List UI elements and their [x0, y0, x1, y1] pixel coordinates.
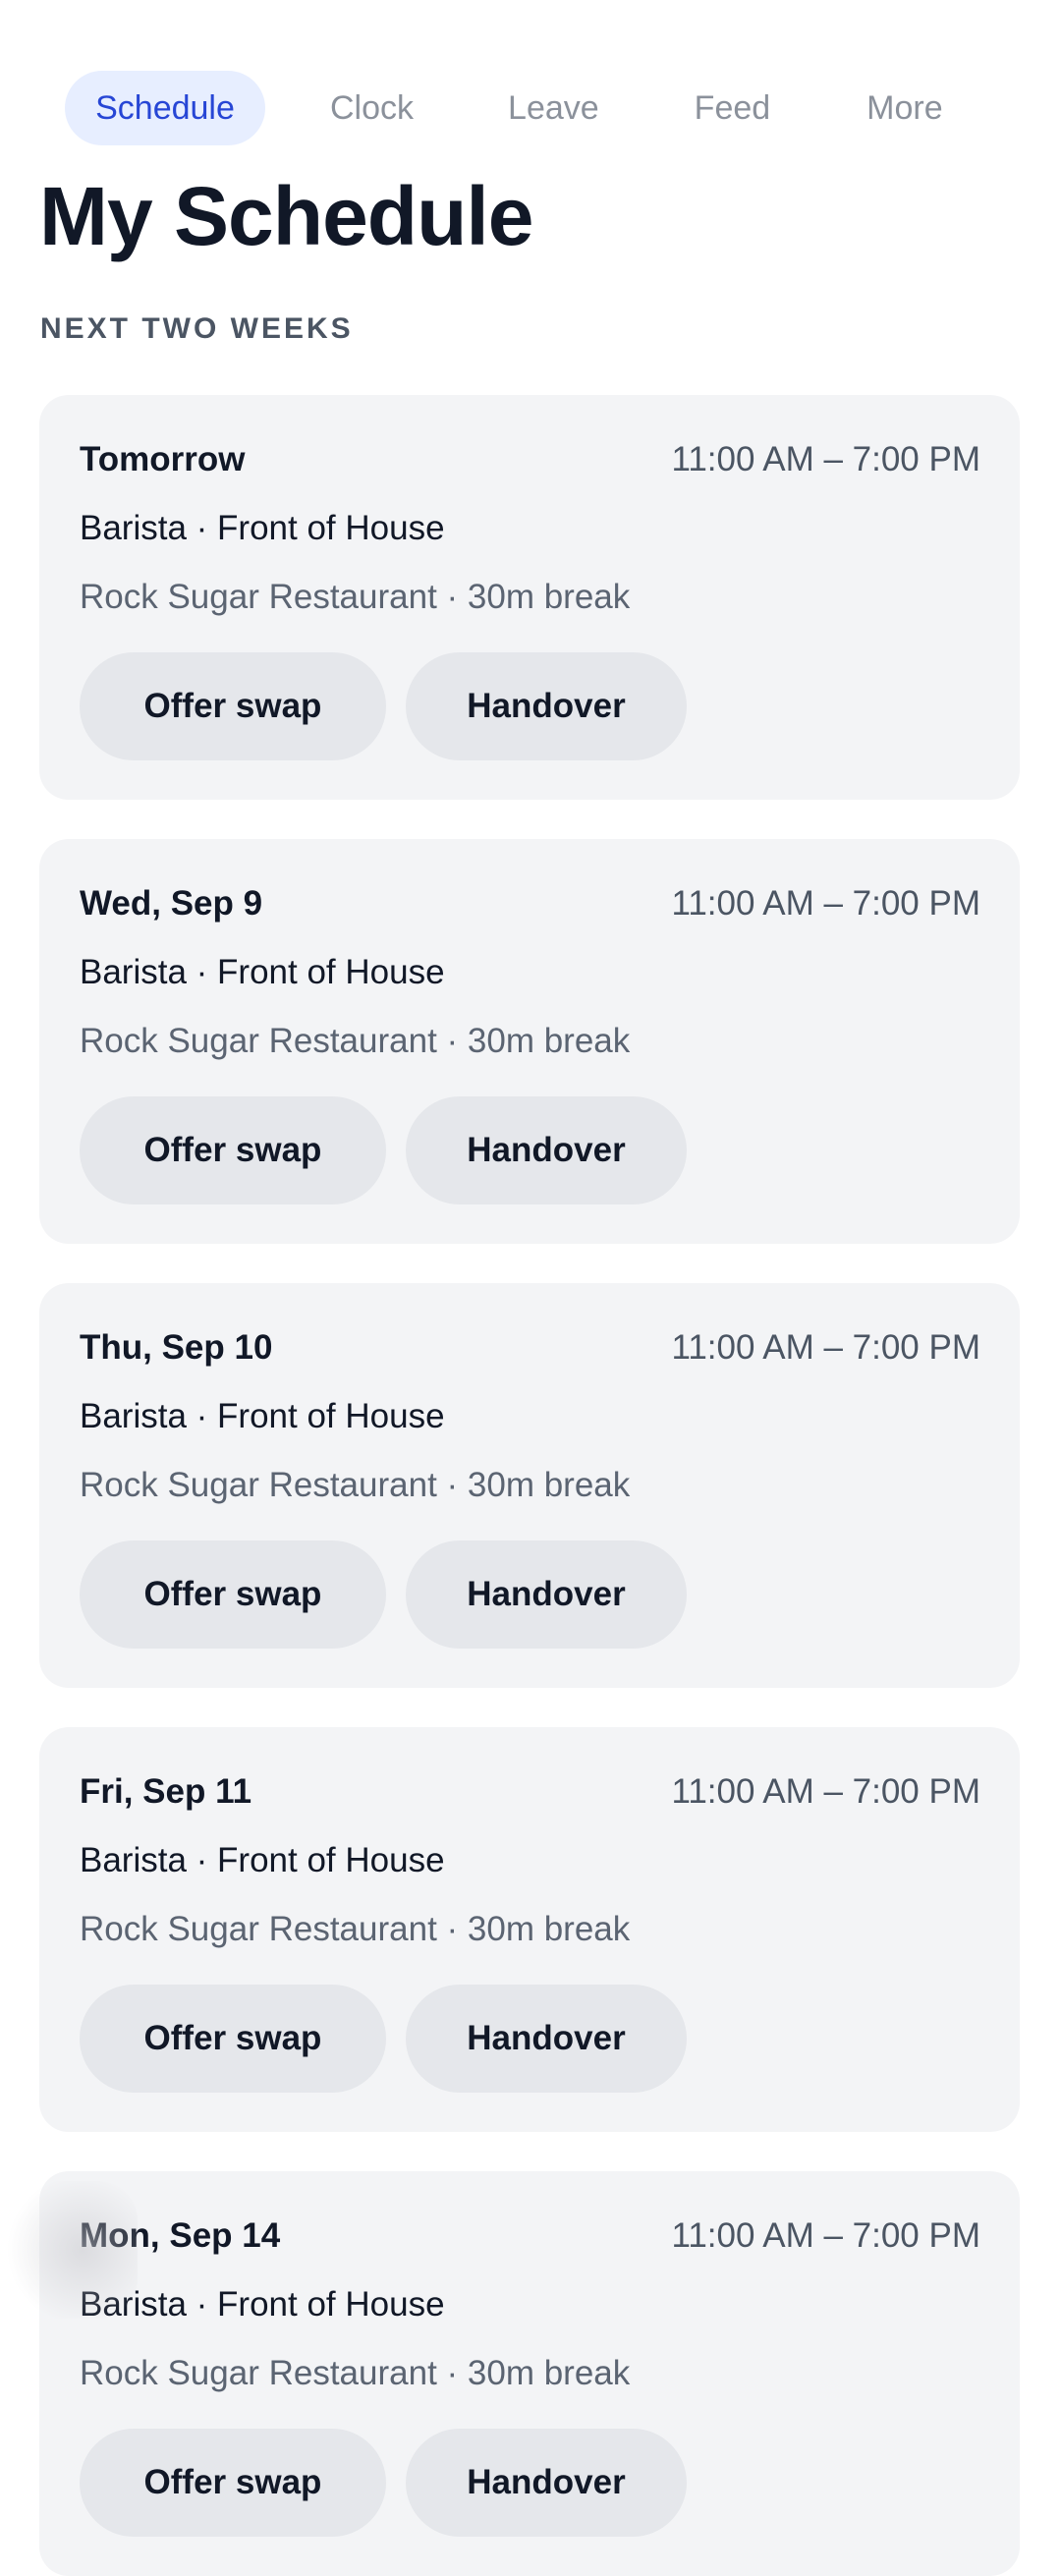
offer-swap-button[interactable]: Offer swap	[80, 1096, 386, 1204]
shift-location: Rock Sugar Restaurant · 30m break	[80, 1466, 631, 1504]
tab-more[interactable]: More	[866, 71, 942, 145]
shift-time: 11:00 AM – 7:00 PM	[671, 1328, 980, 1367]
handover-button[interactable]: Handover	[406, 2429, 687, 2537]
tab-schedule[interactable]: Schedule	[65, 71, 265, 145]
shift-role: Barista · Front of House	[80, 1397, 445, 1435]
handover-button[interactable]: Handover	[406, 652, 687, 760]
tab-feed[interactable]: Feed	[695, 71, 771, 145]
shift-role: Barista · Front of House	[80, 509, 445, 547]
tab-clock[interactable]: Clock	[330, 71, 414, 145]
shift-time: 11:00 AM – 7:00 PM	[671, 884, 980, 923]
section-label: NEXT TWO WEEKS	[40, 312, 354, 345]
offer-swap-button[interactable]: Offer swap	[80, 1540, 386, 1649]
shift-card[interactable]: Tomorrow 11:00 AM – 7:00 PM Barista · Fr…	[39, 395, 1020, 800]
shift-card[interactable]: Mon, Sep 14 11:00 AM – 7:00 PM Barista ·…	[39, 2171, 1020, 2576]
shift-time: 11:00 AM – 7:00 PM	[671, 1772, 980, 1811]
handover-button[interactable]: Handover	[406, 1985, 687, 2093]
shift-location: Rock Sugar Restaurant · 30m break	[80, 2354, 631, 2392]
page-title: My Schedule	[39, 170, 533, 262]
tab-leave[interactable]: Leave	[508, 71, 599, 145]
shift-card[interactable]: Wed, Sep 9 11:00 AM – 7:00 PM Barista · …	[39, 839, 1020, 1244]
shift-day: Wed, Sep 9	[80, 884, 263, 923]
offer-swap-button[interactable]: Offer swap	[80, 1985, 386, 2093]
shift-location: Rock Sugar Restaurant · 30m break	[80, 1910, 631, 1948]
floating-button-shadow	[0, 2181, 138, 2319]
shift-location: Rock Sugar Restaurant · 30m break	[80, 578, 631, 616]
shift-day: Tomorrow	[80, 440, 246, 478]
handover-button[interactable]: Handover	[406, 1540, 687, 1649]
shift-time: 11:00 AM – 7:00 PM	[671, 2216, 980, 2255]
offer-swap-button[interactable]: Offer swap	[80, 2429, 386, 2537]
shift-role: Barista · Front of House	[80, 1841, 445, 1879]
top-tab-bar: Schedule Clock Leave Feed More	[65, 71, 1022, 145]
offer-swap-button[interactable]: Offer swap	[80, 652, 386, 760]
shift-day: Fri, Sep 11	[80, 1772, 252, 1811]
shift-time: 11:00 AM – 7:00 PM	[671, 440, 980, 478]
shift-card[interactable]: Thu, Sep 10 11:00 AM – 7:00 PM Barista ·…	[39, 1283, 1020, 1688]
shift-day: Thu, Sep 10	[80, 1328, 273, 1367]
shift-card[interactable]: Fri, Sep 11 11:00 AM – 7:00 PM Barista ·…	[39, 1727, 1020, 2132]
shift-role: Barista · Front of House	[80, 953, 445, 991]
handover-button[interactable]: Handover	[406, 1096, 687, 1204]
shift-location: Rock Sugar Restaurant · 30m break	[80, 1022, 631, 1060]
